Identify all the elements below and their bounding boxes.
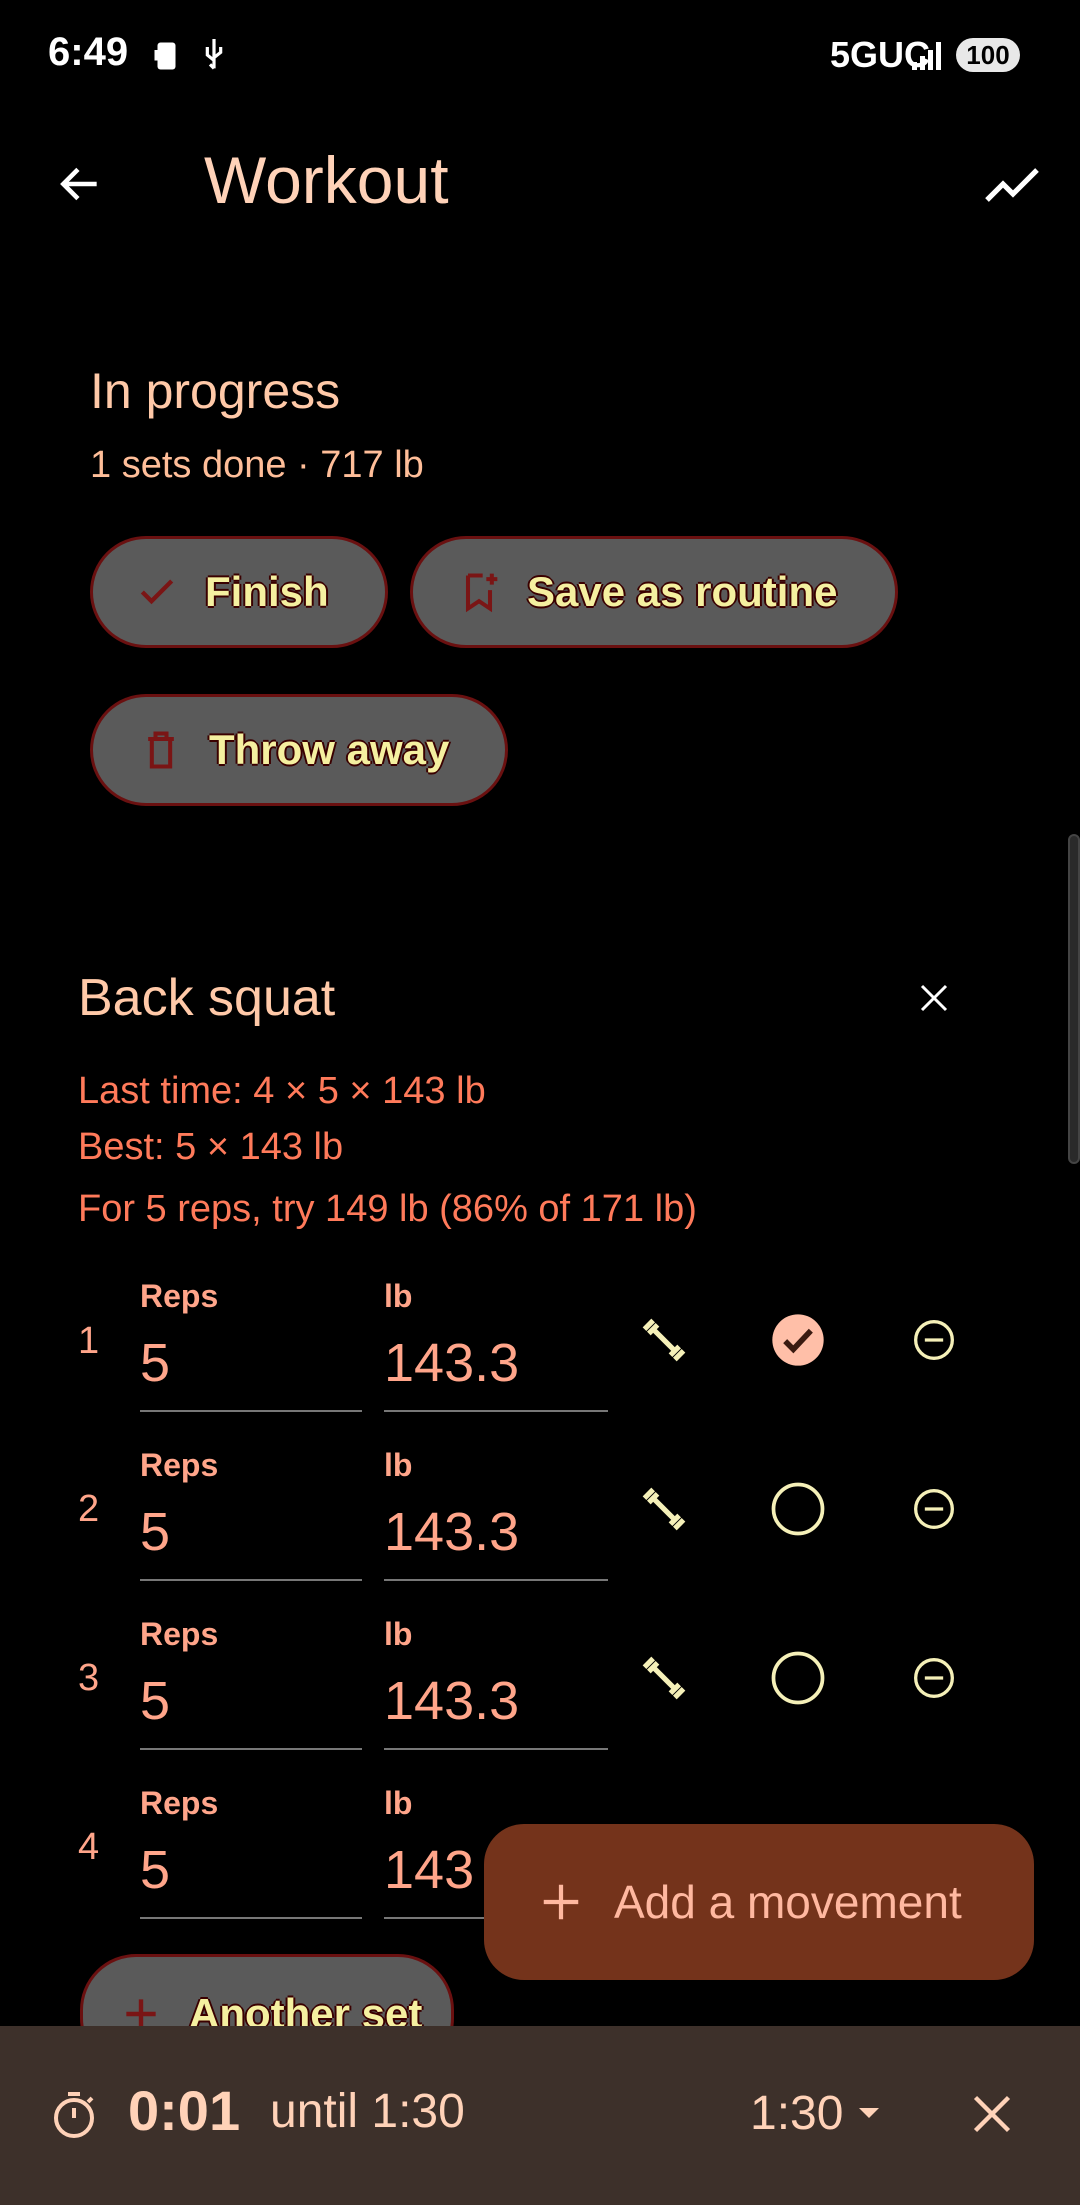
trash-icon	[139, 728, 183, 772]
reps-field[interactable]: Reps 5	[140, 1785, 362, 1919]
device-icon	[150, 38, 186, 79]
timer-elapsed: 0:01	[128, 2079, 241, 2142]
bookmark-add-icon	[457, 570, 501, 614]
dropdown-arrow-icon	[857, 2106, 881, 2120]
status-bar: 6:49 5GUC 100	[0, 0, 1080, 110]
suggestion-note: For 5 reps, try 149 lb (86% of 171 lb)	[78, 1188, 697, 1230]
battery-indicator: 100	[956, 38, 1020, 72]
rest-timer-bar: 0:01 until 1:30 1:30	[0, 2026, 1080, 2205]
add-movement-label: Add a movement	[614, 1876, 962, 1928]
set-done-unchecked-icon[interactable]	[770, 1481, 826, 1537]
weight-value: 143.3	[384, 1671, 520, 1731]
weight-value: 143	[384, 1840, 475, 1900]
set-number: 2	[78, 1488, 100, 1530]
reps-label: Reps	[140, 1616, 219, 1652]
save-routine-label: Save as routine	[527, 568, 838, 615]
status-heading: In progress	[90, 363, 341, 419]
finish-button[interactable]: Finish	[90, 536, 388, 648]
reps-value: 5	[140, 1671, 171, 1731]
weight-field[interactable]: lb 143.3	[384, 1278, 608, 1412]
status-time: 6:49	[48, 30, 129, 74]
set-done-unchecked-icon[interactable]	[770, 1650, 826, 1706]
weight-field[interactable]: lb 143.3	[384, 1616, 608, 1750]
dumbbell-icon[interactable]	[636, 1312, 692, 1368]
throw-away-button[interactable]: Throw away	[90, 694, 508, 806]
reps-field[interactable]: Reps 5	[140, 1447, 362, 1581]
weight-label: lb	[384, 1447, 413, 1483]
reps-value: 5	[140, 1333, 171, 1393]
reps-label: Reps	[140, 1278, 219, 1314]
movement-title: Back squat	[78, 969, 336, 1027]
check-icon	[135, 570, 179, 614]
weight-value: 143.3	[384, 1333, 520, 1393]
duration-select[interactable]: 1:30	[750, 2078, 881, 2148]
reps-field[interactable]: Reps 5	[140, 1278, 362, 1412]
set-number: 3	[78, 1657, 100, 1699]
timer-icon	[50, 2090, 98, 2145]
add-movement-fab[interactable]: Add a movement	[484, 1824, 1034, 1980]
back-arrow-icon[interactable]	[50, 154, 110, 214]
reps-value: 5	[140, 1502, 171, 1562]
usb-icon	[198, 36, 230, 79]
dumbbell-icon[interactable]	[636, 1481, 692, 1537]
remove-set-icon[interactable]	[906, 1481, 962, 1537]
reps-value: 5	[140, 1840, 171, 1900]
field-underline	[140, 1579, 362, 1581]
weight-label: lb	[384, 1278, 413, 1314]
field-underline	[384, 1579, 608, 1581]
weight-value: 143.3	[384, 1502, 520, 1562]
dumbbell-icon[interactable]	[636, 1650, 692, 1706]
page-title: Workout	[204, 143, 449, 217]
last-time-note: Last time: 4 × 5 × 143 lb	[78, 1070, 486, 1112]
remove-set-icon[interactable]	[906, 1312, 962, 1368]
field-underline	[384, 1748, 608, 1750]
weight-label: lb	[384, 1785, 413, 1821]
field-underline	[140, 1748, 362, 1750]
remove-movement-close-icon[interactable]	[906, 970, 962, 1026]
weight-label: lb	[384, 1616, 413, 1652]
reps-label: Reps	[140, 1447, 219, 1483]
best-note: Best: 5 × 143 lb	[78, 1126, 344, 1168]
set-done-checked-icon[interactable]	[770, 1312, 826, 1368]
trending-up-icon[interactable]	[980, 154, 1044, 214]
save-as-routine-button[interactable]: Save as routine	[410, 536, 898, 648]
reps-field[interactable]: Reps 5	[140, 1616, 362, 1750]
set-number: 4	[78, 1826, 100, 1868]
set-number: 1	[78, 1320, 100, 1362]
throw-away-label: Throw away	[209, 726, 450, 773]
timer-until: until 1:30	[270, 2085, 465, 2138]
sets-summary: 1 sets done · 717 lb	[90, 444, 424, 486]
reps-label: Reps	[140, 1785, 219, 1821]
plus-icon	[538, 1879, 584, 1925]
duration-value: 1:30	[750, 2086, 844, 2140]
field-underline	[140, 1410, 362, 1412]
close-timer-icon[interactable]	[962, 2084, 1022, 2144]
finish-label: Finish	[205, 568, 329, 615]
field-underline	[140, 1917, 362, 1919]
remove-set-icon[interactable]	[906, 1650, 962, 1706]
weight-field[interactable]: lb 143.3	[384, 1447, 608, 1581]
signal-icon	[912, 40, 946, 75]
field-underline	[384, 1410, 608, 1412]
scrollbar[interactable]	[1068, 834, 1080, 1164]
